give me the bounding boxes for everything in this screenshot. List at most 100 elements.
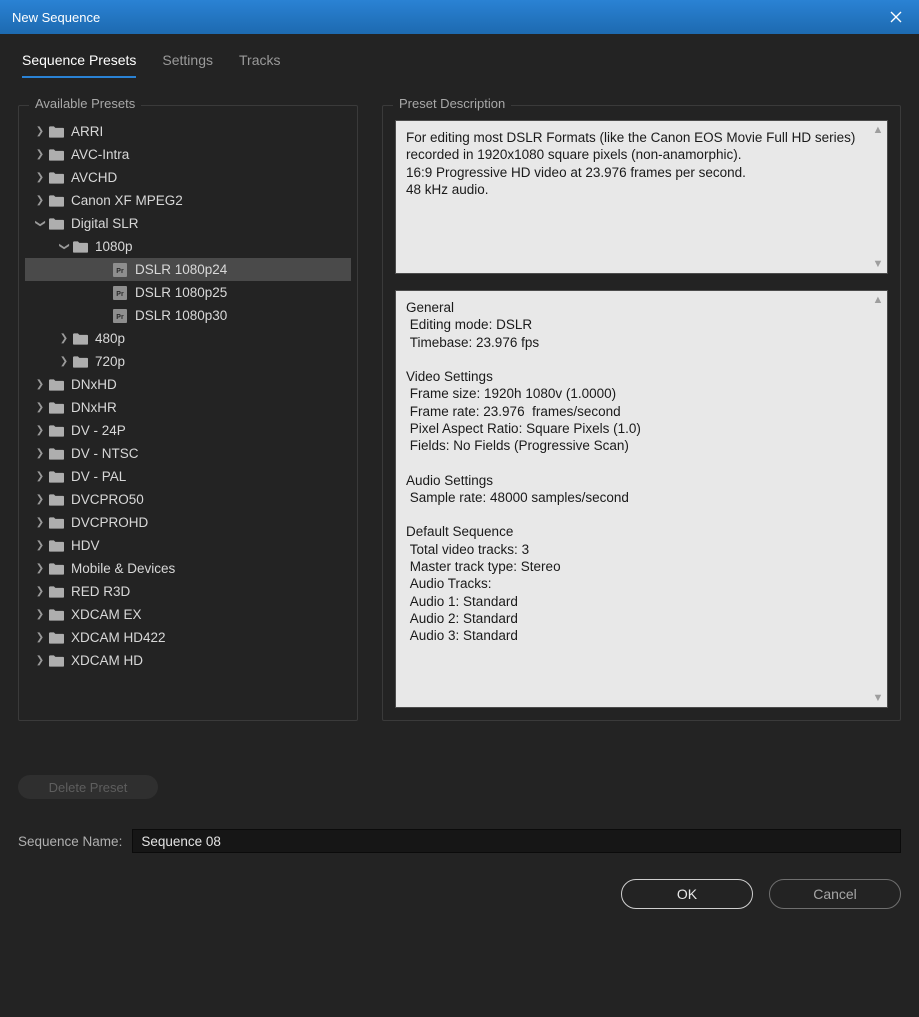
tree-label: XDCAM HD422 bbox=[71, 630, 166, 645]
folder-icon bbox=[47, 425, 65, 437]
folder-icon bbox=[47, 172, 65, 184]
tree-item-hdv[interactable]: ❯ HDV bbox=[25, 534, 351, 557]
tree-item-dvcprohd[interactable]: ❯DVCPROHD bbox=[25, 511, 351, 534]
preset-description-panel: Preset Description For editing most DSLR… bbox=[382, 105, 901, 721]
folder-icon bbox=[47, 379, 65, 391]
dialog-body: Sequence Presets Settings Tracks Availab… bbox=[0, 34, 919, 1017]
preset-description-text[interactable]: For editing most DSLR Formats (like the … bbox=[395, 120, 888, 274]
chevron-right-icon: ❯ bbox=[33, 172, 47, 183]
tree-item-dv24p[interactable]: ❯DV - 24P bbox=[25, 419, 351, 442]
tree-item-dslr-1080p25[interactable]: Pr DSLR 1080p25 bbox=[25, 281, 351, 304]
tree-label: XDCAM EX bbox=[71, 607, 142, 622]
tree-label: Mobile & Devices bbox=[71, 561, 175, 576]
tree-item-dvpal[interactable]: ❯ DV - PAL bbox=[25, 465, 351, 488]
delete-preset-button: Delete Preset bbox=[18, 775, 158, 799]
tree-label: 480p bbox=[95, 331, 125, 346]
chevron-right-icon: ❯ bbox=[33, 494, 47, 505]
tab-tracks[interactable]: Tracks bbox=[239, 52, 280, 78]
svg-text:Pr: Pr bbox=[116, 291, 124, 298]
tree-item-dnxhr[interactable]: ❯ DNxHR bbox=[25, 396, 351, 419]
folder-icon bbox=[47, 149, 65, 161]
tree-item-dnxhd[interactable]: ❯ DNxHD bbox=[25, 373, 351, 396]
preset-details-text[interactable]: General Editing mode: DSLR Timebase: 23.… bbox=[395, 290, 888, 708]
chevron-right-icon: ❯ bbox=[33, 149, 47, 160]
tab-sequence-presets[interactable]: Sequence Presets bbox=[22, 52, 136, 78]
folder-icon bbox=[71, 356, 89, 368]
chevron-right-icon: ❯ bbox=[33, 379, 47, 390]
tree-item-avchd[interactable]: ❯ AVCHD bbox=[25, 166, 351, 189]
chevron-right-icon: ❯ bbox=[33, 609, 47, 620]
chevron-right-icon: ❯ bbox=[33, 402, 47, 413]
folder-icon bbox=[71, 241, 89, 253]
folder-icon bbox=[47, 218, 65, 230]
tree-item-720p[interactable]: ❯ 720p bbox=[25, 350, 351, 373]
tree-item-canonxf[interactable]: ❯ Canon XF MPEG2 bbox=[25, 189, 351, 212]
folder-icon bbox=[47, 471, 65, 483]
tree-label: DSLR 1080p24 bbox=[135, 262, 227, 277]
tree-item-red[interactable]: ❯ RED R3D bbox=[25, 580, 351, 603]
chevron-right-icon: ❯ bbox=[33, 563, 47, 574]
folder-icon bbox=[47, 632, 65, 644]
tree-item-dslr-1080p30[interactable]: Pr DSLR 1080p30 bbox=[25, 304, 351, 327]
ok-button[interactable]: OK bbox=[621, 879, 753, 909]
scroll-up-icon: ▲ bbox=[871, 123, 885, 137]
scroll-down-icon: ▼ bbox=[871, 691, 885, 705]
tree-label: HDV bbox=[71, 538, 100, 553]
tree-item-digitalslr[interactable]: ❯ Digital SLR bbox=[25, 212, 351, 235]
tree-label: AVCHD bbox=[71, 170, 117, 185]
sequence-name-input[interactable] bbox=[132, 829, 901, 853]
tree-item-dvcpro50[interactable]: ❯DVCPRO50 bbox=[25, 488, 351, 511]
close-button[interactable] bbox=[873, 0, 919, 34]
tree-label: DNxHR bbox=[71, 400, 117, 415]
tree-label: DV - PAL bbox=[71, 469, 126, 484]
tree-label: DSLR 1080p25 bbox=[135, 285, 227, 300]
folder-icon bbox=[47, 448, 65, 460]
tree-label: DVCPROHD bbox=[71, 515, 148, 530]
preset-tree[interactable]: ❯ ARRI ❯ AVC-Intra ❯ AVCHD bbox=[25, 120, 351, 708]
chevron-right-icon: ❯ bbox=[33, 448, 47, 459]
preset-description-title: Preset Description bbox=[393, 96, 511, 111]
folder-icon bbox=[47, 126, 65, 138]
tree-item-xdcamhd422[interactable]: ❯ XDCAM HD422 bbox=[25, 626, 351, 649]
tree-label: Canon XF MPEG2 bbox=[71, 193, 183, 208]
tree-item-dvntsc[interactable]: ❯ DV - NTSC bbox=[25, 442, 351, 465]
tree-label: 1080p bbox=[95, 239, 133, 254]
preset-icon: Pr bbox=[111, 286, 129, 300]
chevron-right-icon: ❯ bbox=[33, 126, 47, 137]
tree-label: DNxHD bbox=[71, 377, 117, 392]
tree-item-xdcamex[interactable]: ❯ XDCAM EX bbox=[25, 603, 351, 626]
tree-item-480p[interactable]: ❯ 480p bbox=[25, 327, 351, 350]
tree-label: XDCAM HD bbox=[71, 653, 143, 668]
folder-icon bbox=[47, 540, 65, 552]
available-presets-title: Available Presets bbox=[29, 96, 141, 111]
tree-item-arri[interactable]: ❯ ARRI bbox=[25, 120, 351, 143]
new-sequence-dialog: New Sequence Sequence Presets Settings T… bbox=[0, 0, 919, 1017]
tree-label: RED R3D bbox=[71, 584, 130, 599]
folder-icon bbox=[47, 517, 65, 529]
scroll-up-icon: ▲ bbox=[871, 293, 885, 307]
svg-text:Pr: Pr bbox=[116, 314, 124, 321]
scroll-down-icon: ▼ bbox=[871, 257, 885, 271]
sequence-name-label: Sequence Name: bbox=[18, 834, 122, 849]
tree-item-xdcamhd[interactable]: ❯ XDCAM HD bbox=[25, 649, 351, 672]
tree-label: DSLR 1080p30 bbox=[135, 308, 227, 323]
window-title: New Sequence bbox=[12, 10, 100, 25]
tree-label: DV - NTSC bbox=[71, 446, 139, 461]
tree-item-dslr-1080p24[interactable]: Pr DSLR 1080p24 bbox=[25, 258, 351, 281]
chevron-right-icon: ❯ bbox=[33, 655, 47, 666]
cancel-button[interactable]: Cancel bbox=[769, 879, 901, 909]
folder-icon bbox=[71, 333, 89, 345]
chevron-right-icon: ❯ bbox=[33, 471, 47, 482]
chevron-right-icon: ❯ bbox=[33, 540, 47, 551]
tab-settings[interactable]: Settings bbox=[162, 52, 213, 78]
chevron-right-icon: ❯ bbox=[33, 632, 47, 643]
folder-icon bbox=[47, 494, 65, 506]
chevron-right-icon: ❯ bbox=[33, 586, 47, 597]
tree-label: 720p bbox=[95, 354, 125, 369]
tree-item-1080p[interactable]: ❯ 1080p bbox=[25, 235, 351, 258]
close-icon bbox=[890, 11, 902, 23]
chevron-right-icon: ❯ bbox=[33, 425, 47, 436]
tree-item-avcintra[interactable]: ❯ AVC-Intra bbox=[25, 143, 351, 166]
folder-icon bbox=[47, 563, 65, 575]
tree-item-mobile[interactable]: ❯ Mobile & Devices bbox=[25, 557, 351, 580]
